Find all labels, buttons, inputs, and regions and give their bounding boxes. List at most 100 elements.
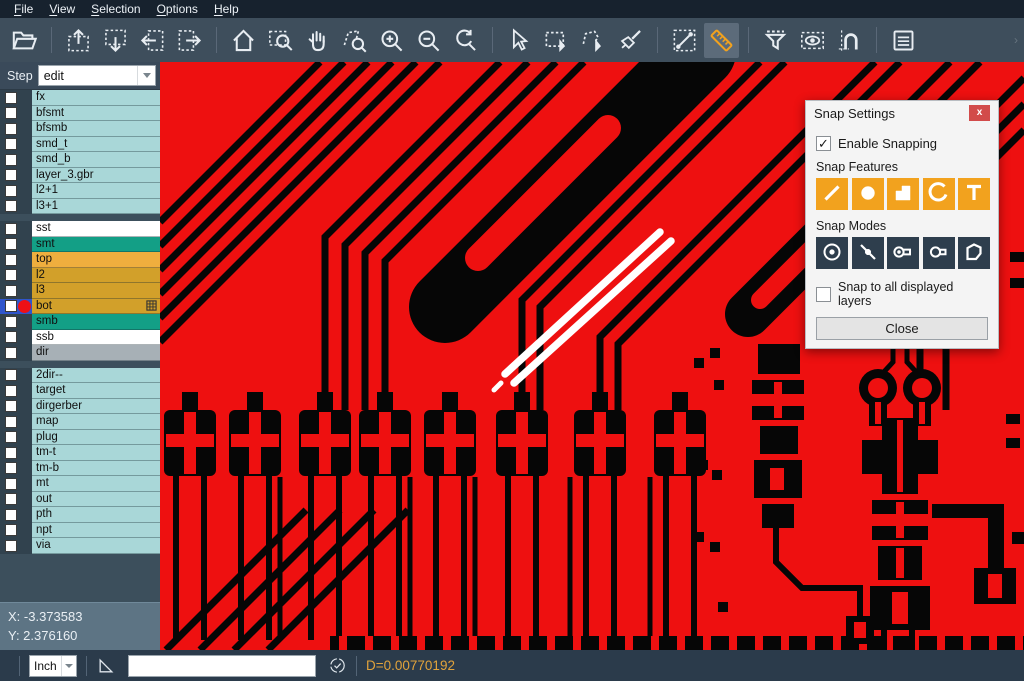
grid-icon[interactable]	[146, 300, 157, 314]
snap-text-button[interactable]	[958, 178, 990, 210]
layer-visibility-checkbox[interactable]	[5, 138, 17, 150]
select-polygon-button[interactable]	[576, 23, 611, 58]
zoom-in-button[interactable]	[374, 23, 409, 58]
layer-name[interactable]: tm-t	[32, 445, 160, 461]
layer-visibility-checkbox[interactable]	[5, 269, 17, 281]
layer-visibility-checkbox[interactable]	[5, 462, 17, 474]
unit-select[interactable]: Inch	[29, 655, 77, 677]
layer-visibility-checkbox[interactable]	[5, 254, 17, 266]
layer-visibility-checkbox[interactable]	[5, 223, 17, 235]
layer-name[interactable]: l2	[32, 268, 160, 284]
layer-name[interactable]: dir	[32, 345, 160, 361]
zoom-polygon-button[interactable]	[337, 23, 372, 58]
layer-name[interactable]: mt	[32, 476, 160, 492]
zoom-window-button[interactable]	[263, 23, 298, 58]
layer-visibility-checkbox[interactable]	[5, 493, 17, 505]
layer-visibility-checkbox[interactable]	[5, 416, 17, 428]
measure-line-button[interactable]	[667, 23, 702, 58]
layer-name[interactable]: target	[32, 383, 160, 399]
filter-button[interactable]	[758, 23, 793, 58]
layer-name[interactable]: 2dir--	[32, 368, 160, 384]
snap-surface-button[interactable]	[887, 178, 919, 210]
layer-name[interactable]: l2+1	[32, 183, 160, 199]
close-button[interactable]: Close	[816, 317, 988, 340]
layer-name[interactable]: bfsmt	[32, 106, 160, 122]
select-rectangle-button[interactable]	[539, 23, 574, 58]
snap-pad-filled-button[interactable]	[887, 237, 919, 269]
layer-name[interactable]: smb	[32, 314, 160, 330]
layer-visibility-checkbox[interactable]	[5, 400, 17, 412]
layer-visibility-checkbox[interactable]	[5, 347, 17, 359]
layer-visibility-checkbox[interactable]	[5, 154, 17, 166]
menu-view[interactable]: View	[41, 0, 83, 18]
layer-visibility-checkbox[interactable]	[5, 238, 17, 250]
layer-visibility-checkbox[interactable]	[5, 540, 17, 552]
layer-visibility-checkbox[interactable]	[5, 369, 17, 381]
layers-panel-button[interactable]	[886, 23, 921, 58]
layer-visibility-checkbox[interactable]	[5, 200, 17, 212]
measure-input[interactable]	[128, 655, 316, 677]
menu-selection[interactable]: Selection	[83, 0, 148, 18]
zoom-reset-button[interactable]	[448, 23, 483, 58]
layer-name[interactable]: dirgerber	[32, 399, 160, 415]
layer-name[interactable]: top	[32, 252, 160, 268]
layer-visibility-checkbox[interactable]	[5, 478, 17, 490]
layer-visibility-checkbox[interactable]	[5, 92, 17, 104]
shift-up-button[interactable]	[61, 23, 96, 58]
snap-center-button[interactable]	[816, 237, 848, 269]
toolbar-overflow-chevron[interactable]: ›	[1014, 33, 1018, 47]
layer-visibility-checkbox[interactable]	[5, 331, 17, 343]
layer-name[interactable]: smd_t	[32, 137, 160, 153]
menu-options[interactable]: Options	[149, 0, 206, 18]
shift-right-button[interactable]	[172, 23, 207, 58]
layer-name[interactable]: out	[32, 492, 160, 508]
snap-midpoint-button[interactable]	[852, 237, 884, 269]
layer-visibility-checkbox[interactable]	[5, 169, 17, 181]
enable-snapping-checkbox[interactable]: ✓	[816, 136, 831, 151]
layer-visibility-checkbox[interactable]	[5, 316, 17, 328]
menu-help[interactable]: Help	[206, 0, 247, 18]
snap-pad-outline-button[interactable]	[923, 237, 955, 269]
layer-name[interactable]: sst	[32, 221, 160, 237]
layer-name[interactable]: via	[32, 538, 160, 554]
layer-visibility-checkbox[interactable]	[5, 123, 17, 135]
select-button[interactable]	[502, 23, 537, 58]
layer-name[interactable]: pth	[32, 507, 160, 523]
layer-name[interactable]: map	[32, 414, 160, 430]
home-view-button[interactable]	[226, 23, 261, 58]
measure-ruler-button[interactable]	[704, 23, 739, 58]
select-brush-button[interactable]	[613, 23, 648, 58]
layer-name[interactable]: fx	[32, 90, 160, 106]
angle-measure-icon[interactable]	[96, 656, 116, 676]
snap-all-layers-checkbox[interactable]	[816, 287, 831, 302]
layer-visibility-checkbox[interactable]	[5, 285, 17, 297]
snap-settings-button[interactable]	[832, 23, 867, 58]
layer-name[interactable]: l3	[32, 283, 160, 299]
layer-name[interactable]: plug	[32, 430, 160, 446]
layer-visibility-checkbox[interactable]	[5, 524, 17, 536]
view-options-button[interactable]	[795, 23, 830, 58]
layer-visibility-checkbox[interactable]	[5, 385, 17, 397]
menu-file[interactable]: File	[6, 0, 41, 18]
layer-name[interactable]: ssb	[32, 330, 160, 346]
layer-name[interactable]: tm-b	[32, 461, 160, 477]
open-file-button[interactable]	[7, 23, 42, 58]
layer-name[interactable]: layer_3.gbr	[32, 168, 160, 184]
layer-visibility-checkbox[interactable]	[5, 447, 17, 459]
layer-name[interactable]: smt	[32, 237, 160, 253]
layer-name[interactable]: npt	[32, 523, 160, 539]
shift-left-button[interactable]	[135, 23, 170, 58]
snap-arc-button[interactable]	[923, 178, 955, 210]
shift-down-button[interactable]	[98, 23, 133, 58]
layer-visibility-checkbox[interactable]	[5, 185, 17, 197]
layer-name[interactable]: l3+1	[32, 199, 160, 215]
snap-contour-button[interactable]	[958, 237, 990, 269]
close-icon[interactable]: x	[969, 105, 990, 121]
layer-visibility-checkbox[interactable]	[5, 107, 17, 119]
snap-circle-button[interactable]	[852, 178, 884, 210]
layer-visibility-checkbox[interactable]	[5, 431, 17, 443]
pan-button[interactable]	[300, 23, 335, 58]
layer-name[interactable]: smd_b	[32, 152, 160, 168]
step-select[interactable]: edit	[38, 65, 156, 86]
zoom-out-button[interactable]	[411, 23, 446, 58]
